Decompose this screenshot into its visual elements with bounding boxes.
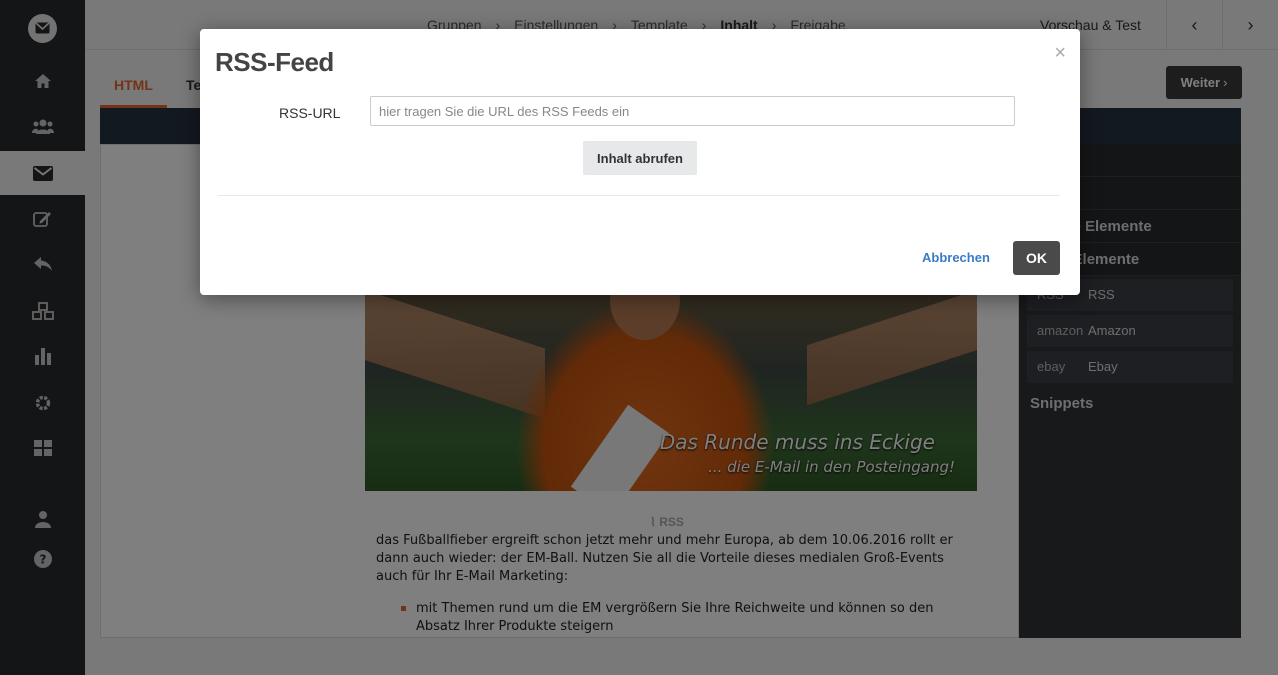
- rss-url-input[interactable]: [370, 96, 1015, 126]
- rss-url-label: RSS-URL: [279, 105, 341, 121]
- dialog-title: RSS-Feed: [215, 47, 334, 77]
- cancel-button[interactable]: Abbrechen: [922, 250, 990, 265]
- rss-feed-dialog: RSS-Feed × RSS-URL Inhalt abrufen Abbrec…: [200, 29, 1080, 295]
- close-icon[interactable]: ×: [1054, 43, 1066, 63]
- ok-button[interactable]: OK: [1013, 241, 1060, 275]
- dialog-divider: [218, 195, 1060, 196]
- fetch-content-button[interactable]: Inhalt abrufen: [583, 141, 697, 175]
